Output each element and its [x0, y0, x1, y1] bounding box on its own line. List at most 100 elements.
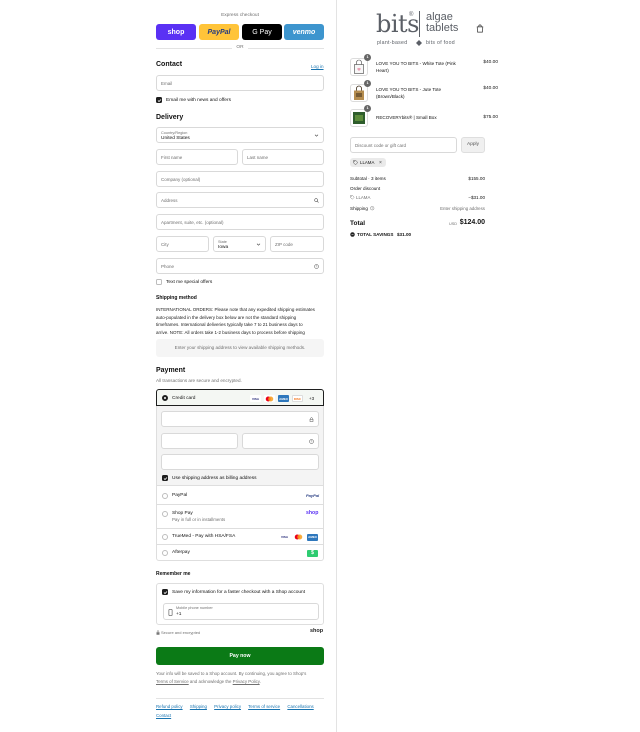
privacy-policy-link[interactable]: Privacy policy: [214, 704, 241, 709]
item-name-line: RECOVERYbits® | Small Box: [376, 115, 437, 120]
mobile-phone-field[interactable]: Mobile phone number +1: [163, 603, 319, 620]
afterpay-radio[interactable]: [162, 550, 168, 556]
security-code-field[interactable]: ?: [242, 433, 319, 449]
save-info-checkbox[interactable]: [162, 589, 168, 595]
cart-item: 1 LOVE YOU TO BITS - Jute Tote (Brown/Bl…: [350, 80, 498, 107]
payment-option-paypal[interactable]: PayPal PayPal: [156, 486, 324, 505]
paypal-button[interactable]: PayPal: [199, 24, 239, 40]
pay-now-button[interactable]: Pay now: [156, 647, 324, 665]
apartment-field[interactable]: Apartment, suite, etc. (optional): [156, 214, 324, 230]
card-number-field[interactable]: [161, 411, 319, 427]
payment-option-truemed[interactable]: TrueMed - Pay with HSA/FSA VISA AMEX: [156, 529, 324, 545]
brand-logo[interactable]: bits ® plant-based algae tablets bits of…: [376, 10, 504, 48]
state-select[interactable]: State Iowa: [213, 236, 266, 252]
country-select[interactable]: Country/Region United States: [156, 127, 324, 143]
shipping-link[interactable]: Shipping: [190, 704, 207, 709]
refund-policy-link[interactable]: Refund policy: [156, 704, 183, 709]
terms-link[interactable]: Terms of Service: [156, 679, 189, 684]
payment-subtitle: All transactions are secure and encrypte…: [156, 378, 242, 383]
first-name-field[interactable]: First name: [156, 149, 238, 165]
company-placeholder: Company (optional): [161, 177, 201, 182]
legal-line-2: Terms of Service and acknowledge the Pri…: [156, 678, 326, 686]
mobile-phone-label: Mobile phone number: [176, 606, 213, 610]
total-label: Total: [350, 220, 366, 227]
state-value: Iowa: [218, 245, 229, 250]
legal-and: and acknowledge the: [188, 678, 233, 684]
payment-option-credit-card[interactable]: Credit card VISA AMEX DISC +3: [156, 389, 324, 406]
paypal-radio[interactable]: [162, 492, 168, 499]
total-savings-value: $31.00: [397, 232, 412, 237]
truemed-label: TrueMed - Pay with HSA/FSA: [172, 534, 236, 539]
expiration-field[interactable]: [161, 433, 238, 449]
logo-plant-based: plant-based: [377, 40, 408, 46]
last-name-placeholder: Last name: [247, 155, 269, 160]
savings-tag-icon: [350, 232, 355, 237]
privacy-link[interactable]: Privacy Policy: [233, 679, 260, 684]
discount-code-field[interactable]: Discount code or gift card: [350, 137, 457, 153]
remove-code-icon[interactable]: ×: [379, 160, 382, 166]
google-pay-button[interactable]: G Pay: [242, 24, 282, 40]
address-field[interactable]: Address: [156, 192, 324, 208]
mastercard-circles: [265, 396, 274, 401]
help-icon[interactable]: ?: [314, 264, 319, 269]
truemed-radio[interactable]: [162, 534, 168, 540]
email-placeholder: Email: [161, 81, 173, 86]
contact-link[interactable]: Contact: [156, 713, 171, 718]
total-savings-label: TOTAL SAVINGS: [357, 232, 394, 237]
item-price: $75.00: [483, 115, 498, 120]
email-field[interactable]: Email: [156, 75, 324, 91]
lock-icon: [309, 417, 314, 422]
shipping-notice: INTERNATIONAL ORDERS: Please note that a…: [156, 306, 324, 336]
venmo-button[interactable]: venmo: [284, 24, 324, 40]
text-offers-checkbox[interactable]: [156, 279, 162, 285]
contact-heading: Contact: [156, 61, 183, 68]
shipping-notice-line: arrive. NOTE: All orders take 1-2 busine…: [156, 329, 305, 335]
news-checkbox[interactable]: [156, 97, 162, 103]
paypal-label: PayPal: [172, 493, 188, 498]
login-link[interactable]: Log in: [311, 64, 324, 69]
amex-icon: AMEX: [307, 533, 318, 541]
legal-line: Your info will be saved to a Shop accoun…: [156, 671, 307, 676]
legal-text: Your info will be saved to a Shop accoun…: [156, 670, 326, 685]
credit-card-radio[interactable]: [162, 395, 168, 401]
country-value: United States: [161, 136, 190, 141]
shopping-bag-icon[interactable]: [476, 24, 484, 33]
text-offers-label: Text me special offers: [166, 279, 213, 285]
payment-option-shop-pay[interactable]: Shop Pay Pay in full or in installments …: [156, 505, 324, 529]
discount-placeholder: Discount code or gift card: [355, 143, 407, 148]
check-icon: [163, 476, 167, 480]
remember-me-box: Save my information for a faster checkou…: [156, 583, 324, 625]
mastercard-icon: [264, 395, 275, 402]
help-icon[interactable]: ?: [309, 439, 314, 444]
chevron-down-icon: [314, 134, 319, 137]
cancellations-link[interactable]: Cancellations: [287, 704, 313, 709]
save-info-label: Save my information for a faster checkou…: [172, 589, 306, 595]
white-tote-icon: [354, 59, 364, 74]
terms-link[interactable]: Terms of service: [248, 704, 280, 709]
last-name-field[interactable]: Last name: [242, 149, 324, 165]
help-icon[interactable]: ?: [370, 206, 375, 211]
payment-option-afterpay[interactable]: Afterpay $: [156, 545, 324, 561]
divider-line: [156, 48, 232, 49]
item-price: $40.00: [483, 60, 498, 65]
visa-icon: VISA: [250, 395, 261, 402]
shop-pay-button[interactable]: shop: [156, 24, 196, 40]
item-quantity-badge: 1: [364, 80, 371, 87]
shipping-notice-line: INTERNATIONAL ORDERS: Please note that a…: [156, 307, 315, 312]
zip-field[interactable]: ZIP code: [270, 236, 324, 252]
phone-field[interactable]: Phone ?: [156, 258, 324, 274]
city-field[interactable]: City: [156, 236, 209, 252]
name-on-card-field[interactable]: [161, 454, 319, 470]
city-placeholder: City: [161, 242, 169, 247]
apply-button[interactable]: Apply: [461, 137, 485, 153]
billing-same-checkbox[interactable]: [162, 475, 168, 481]
mastercard-icon: [293, 533, 304, 541]
apartment-placeholder: Apartment, suite, etc. (optional): [161, 220, 224, 225]
company-field[interactable]: Company (optional): [156, 171, 324, 187]
lock-icon: [156, 630, 160, 635]
phone-placeholder: Phone: [161, 264, 175, 269]
shipping-label: Shipping: [350, 206, 368, 211]
legal-end: .: [259, 678, 261, 684]
more-cards-count: +3: [309, 395, 315, 401]
shop-pay-radio[interactable]: [162, 511, 168, 517]
